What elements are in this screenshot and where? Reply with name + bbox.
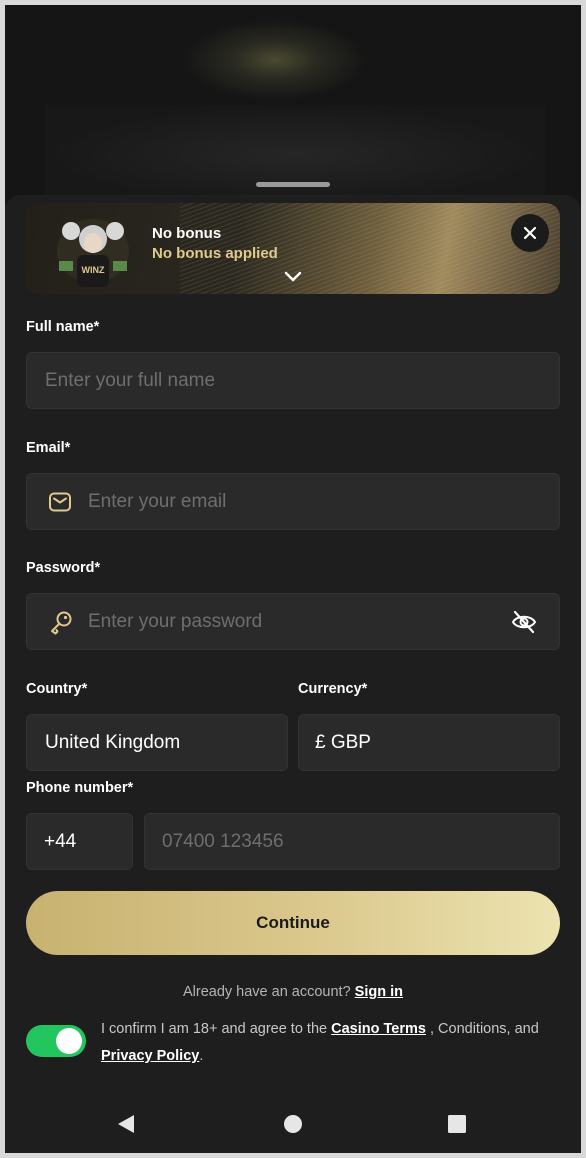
- close-button[interactable]: [511, 214, 549, 252]
- full-name-placeholder: Enter your full name: [45, 369, 216, 391]
- consent-text-middle: , Conditions, and: [425, 1021, 539, 1037]
- password-input[interactable]: Enter your password: [26, 593, 560, 650]
- envelope-icon: [49, 492, 71, 512]
- system-nav-bar: [5, 1093, 581, 1153]
- recents-square-icon[interactable]: [447, 1114, 467, 1134]
- consent-text-after: .: [199, 1048, 204, 1064]
- mascot-image: WINZ: [57, 219, 129, 287]
- currency-select[interactable]: £ GBP: [298, 714, 560, 771]
- consent-text-before: I confirm I am 18+ and agree to the: [101, 1021, 332, 1037]
- eye-off-icon[interactable]: [511, 610, 537, 634]
- chevron-down-icon[interactable]: [283, 270, 303, 284]
- mascot-badge-text: WINZ: [82, 265, 105, 275]
- casino-terms-link[interactable]: Casino Terms: [331, 1021, 426, 1037]
- signin-prompt: Already have an account?: [182, 984, 351, 1000]
- phone-label: Phone number*: [26, 780, 134, 796]
- banner-title: No bonus: [152, 225, 222, 242]
- sheet-drag-handle[interactable]: [256, 182, 330, 187]
- home-circle-icon[interactable]: [283, 1114, 303, 1134]
- banner-subtitle: No bonus applied: [152, 245, 278, 262]
- signin-link[interactable]: Sign in: [355, 984, 403, 1000]
- age-consent-toggle[interactable]: [26, 1025, 86, 1057]
- currency-label: Currency*: [298, 681, 368, 697]
- full-name-label: Full name*: [26, 319, 100, 335]
- consent-text: I confirm I am 18+ and agree to the Casi…: [101, 1016, 551, 1070]
- toggle-knob: [56, 1028, 82, 1054]
- full-name-input[interactable]: Enter your full name: [26, 352, 560, 409]
- phone-number-placeholder: 07400 123456: [162, 830, 284, 852]
- email-input[interactable]: Enter your email: [26, 473, 560, 530]
- currency-value: £ GBP: [315, 731, 371, 753]
- key-icon: [51, 611, 72, 635]
- signin-row: Already have an account? Sign in: [5, 984, 581, 1000]
- email-label: Email*: [26, 440, 71, 456]
- phone-code-value: +44: [44, 830, 77, 852]
- country-value: United Kingdom: [45, 731, 181, 753]
- phone-number-input[interactable]: 07400 123456: [144, 813, 560, 870]
- email-placeholder: Enter your email: [88, 490, 227, 512]
- privacy-policy-link[interactable]: Privacy Policy: [101, 1048, 199, 1064]
- phone-code-select[interactable]: +44: [26, 813, 133, 870]
- bonus-banner[interactable]: WINZ No bonus No bonus applied: [25, 203, 560, 294]
- password-label: Password*: [26, 560, 101, 576]
- close-icon: [523, 226, 537, 240]
- continue-button[interactable]: Continue: [26, 891, 560, 955]
- country-select[interactable]: United Kingdom: [26, 714, 288, 771]
- back-triangle-icon[interactable]: [115, 1113, 137, 1135]
- country-label: Country*: [26, 681, 88, 697]
- registration-sheet: [5, 195, 581, 1153]
- password-placeholder: Enter your password: [88, 610, 263, 632]
- screen: WINZ No bonus No bonus applied Full name…: [5, 5, 581, 1153]
